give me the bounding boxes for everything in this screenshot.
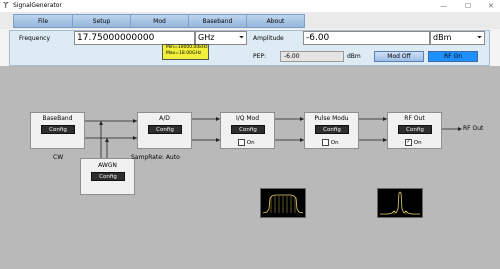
app-icon: ϒ <box>3 1 9 10</box>
menu-file[interactable]: File <box>13 14 73 28</box>
minimize-button[interactable]: — <box>440 2 447 10</box>
amplitude-unit-select[interactable]: dBm ⏷ <box>430 31 485 45</box>
maximize-button[interactable]: ☐ <box>465 2 471 10</box>
rf-on-button[interactable]: RF On <box>428 51 478 62</box>
title-bar: ϒ SignalGenerator — ☐ ✕ <box>0 0 500 12</box>
rf-out-config-button[interactable]: Config <box>398 125 432 134</box>
rf-out-on-label: On <box>413 140 422 146</box>
baseband-block: BaseBand Config <box>30 112 85 149</box>
samp-rate-label: SampRate: Auto <box>131 154 180 161</box>
pulse-mod-title: Pulse Modu <box>314 115 349 122</box>
frequency-unit-select[interactable]: GHz ⏷ <box>195 31 247 45</box>
menu-mod[interactable]: Mod <box>130 14 189 28</box>
baseband-title: BaseBand <box>42 115 73 122</box>
menu-about[interactable]: About <box>246 14 305 28</box>
baseband-spectrum-display <box>260 188 306 218</box>
close-button[interactable]: ✕ <box>488 2 494 10</box>
ad-block: A/D Config <box>137 112 192 149</box>
connector-wires <box>84 117 462 180</box>
spectrum-trace <box>262 194 304 214</box>
rf-out-label: RF Out <box>463 125 484 132</box>
pep-value: -6.00 <box>280 51 344 62</box>
awgn-title: AWGN <box>98 162 117 169</box>
rf-out-title: RF Out <box>404 115 425 122</box>
rf-spectrum-display <box>377 188 423 218</box>
amplitude-label: Amplitude <box>253 35 284 42</box>
chevron-down-icon: ⏷ <box>239 34 244 41</box>
pep-unit: dBm <box>347 53 361 60</box>
rf-out-block: RF Out Config ✓ On <box>387 112 442 149</box>
checkbox-box <box>238 139 245 146</box>
menu-baseband[interactable]: Baseband <box>188 14 247 28</box>
chevron-down-icon: ⏷ <box>477 34 482 41</box>
frequency-unit-value: GHz <box>198 33 215 42</box>
iq-mod-title: I/Q Mod <box>235 115 260 122</box>
baseband-config-button[interactable]: Config <box>41 125 75 134</box>
signal-flow-diagram: BaseBand Config A/D Config I/Q Mod Confi… <box>0 66 500 269</box>
rf-spectrum-trace <box>380 191 420 215</box>
iq-mod-on-label: On <box>246 140 255 146</box>
amplitude-unit-value: dBm <box>433 33 452 42</box>
frequency-label: Frequency <box>19 35 50 42</box>
pulse-mod-block: Pulse Modu Config On <box>304 112 359 149</box>
ad-config-button[interactable]: Config <box>148 125 182 134</box>
amplitude-input[interactable]: -6.00 <box>303 31 430 45</box>
awgn-config-button[interactable]: Config <box>91 172 125 181</box>
pep-label: PEP: <box>253 53 267 60</box>
checkmark-icon: ✓ <box>405 139 412 146</box>
cw-label: CW <box>53 154 64 161</box>
pulse-mod-on-checkbox[interactable]: On <box>322 139 339 147</box>
frequency-range-tooltip: Min=10000.00kHz Max=18.00GHz <box>162 44 209 60</box>
iq-mod-on-checkbox[interactable]: On <box>238 139 255 147</box>
iq-mod-config-button[interactable]: Config <box>231 125 265 134</box>
checkbox-box <box>322 139 329 146</box>
pulse-mod-on-label: On <box>330 140 339 146</box>
rf-out-on-checkbox[interactable]: ✓ On <box>405 139 422 147</box>
ad-title: A/D <box>159 115 170 122</box>
window-title: SignalGenerator <box>13 2 62 9</box>
pulse-mod-config-button[interactable]: Config <box>315 125 349 134</box>
frequency-input[interactable]: 17.75000000000 <box>74 31 195 45</box>
tooltip-max: Max=18.00GHz <box>166 51 202 56</box>
mod-off-button[interactable]: Mod Off <box>374 51 424 62</box>
awgn-block: AWGN Config <box>80 158 135 195</box>
menu-setup[interactable]: Setup <box>72 14 131 28</box>
iq-mod-block: I/Q Mod Config On <box>220 112 275 149</box>
